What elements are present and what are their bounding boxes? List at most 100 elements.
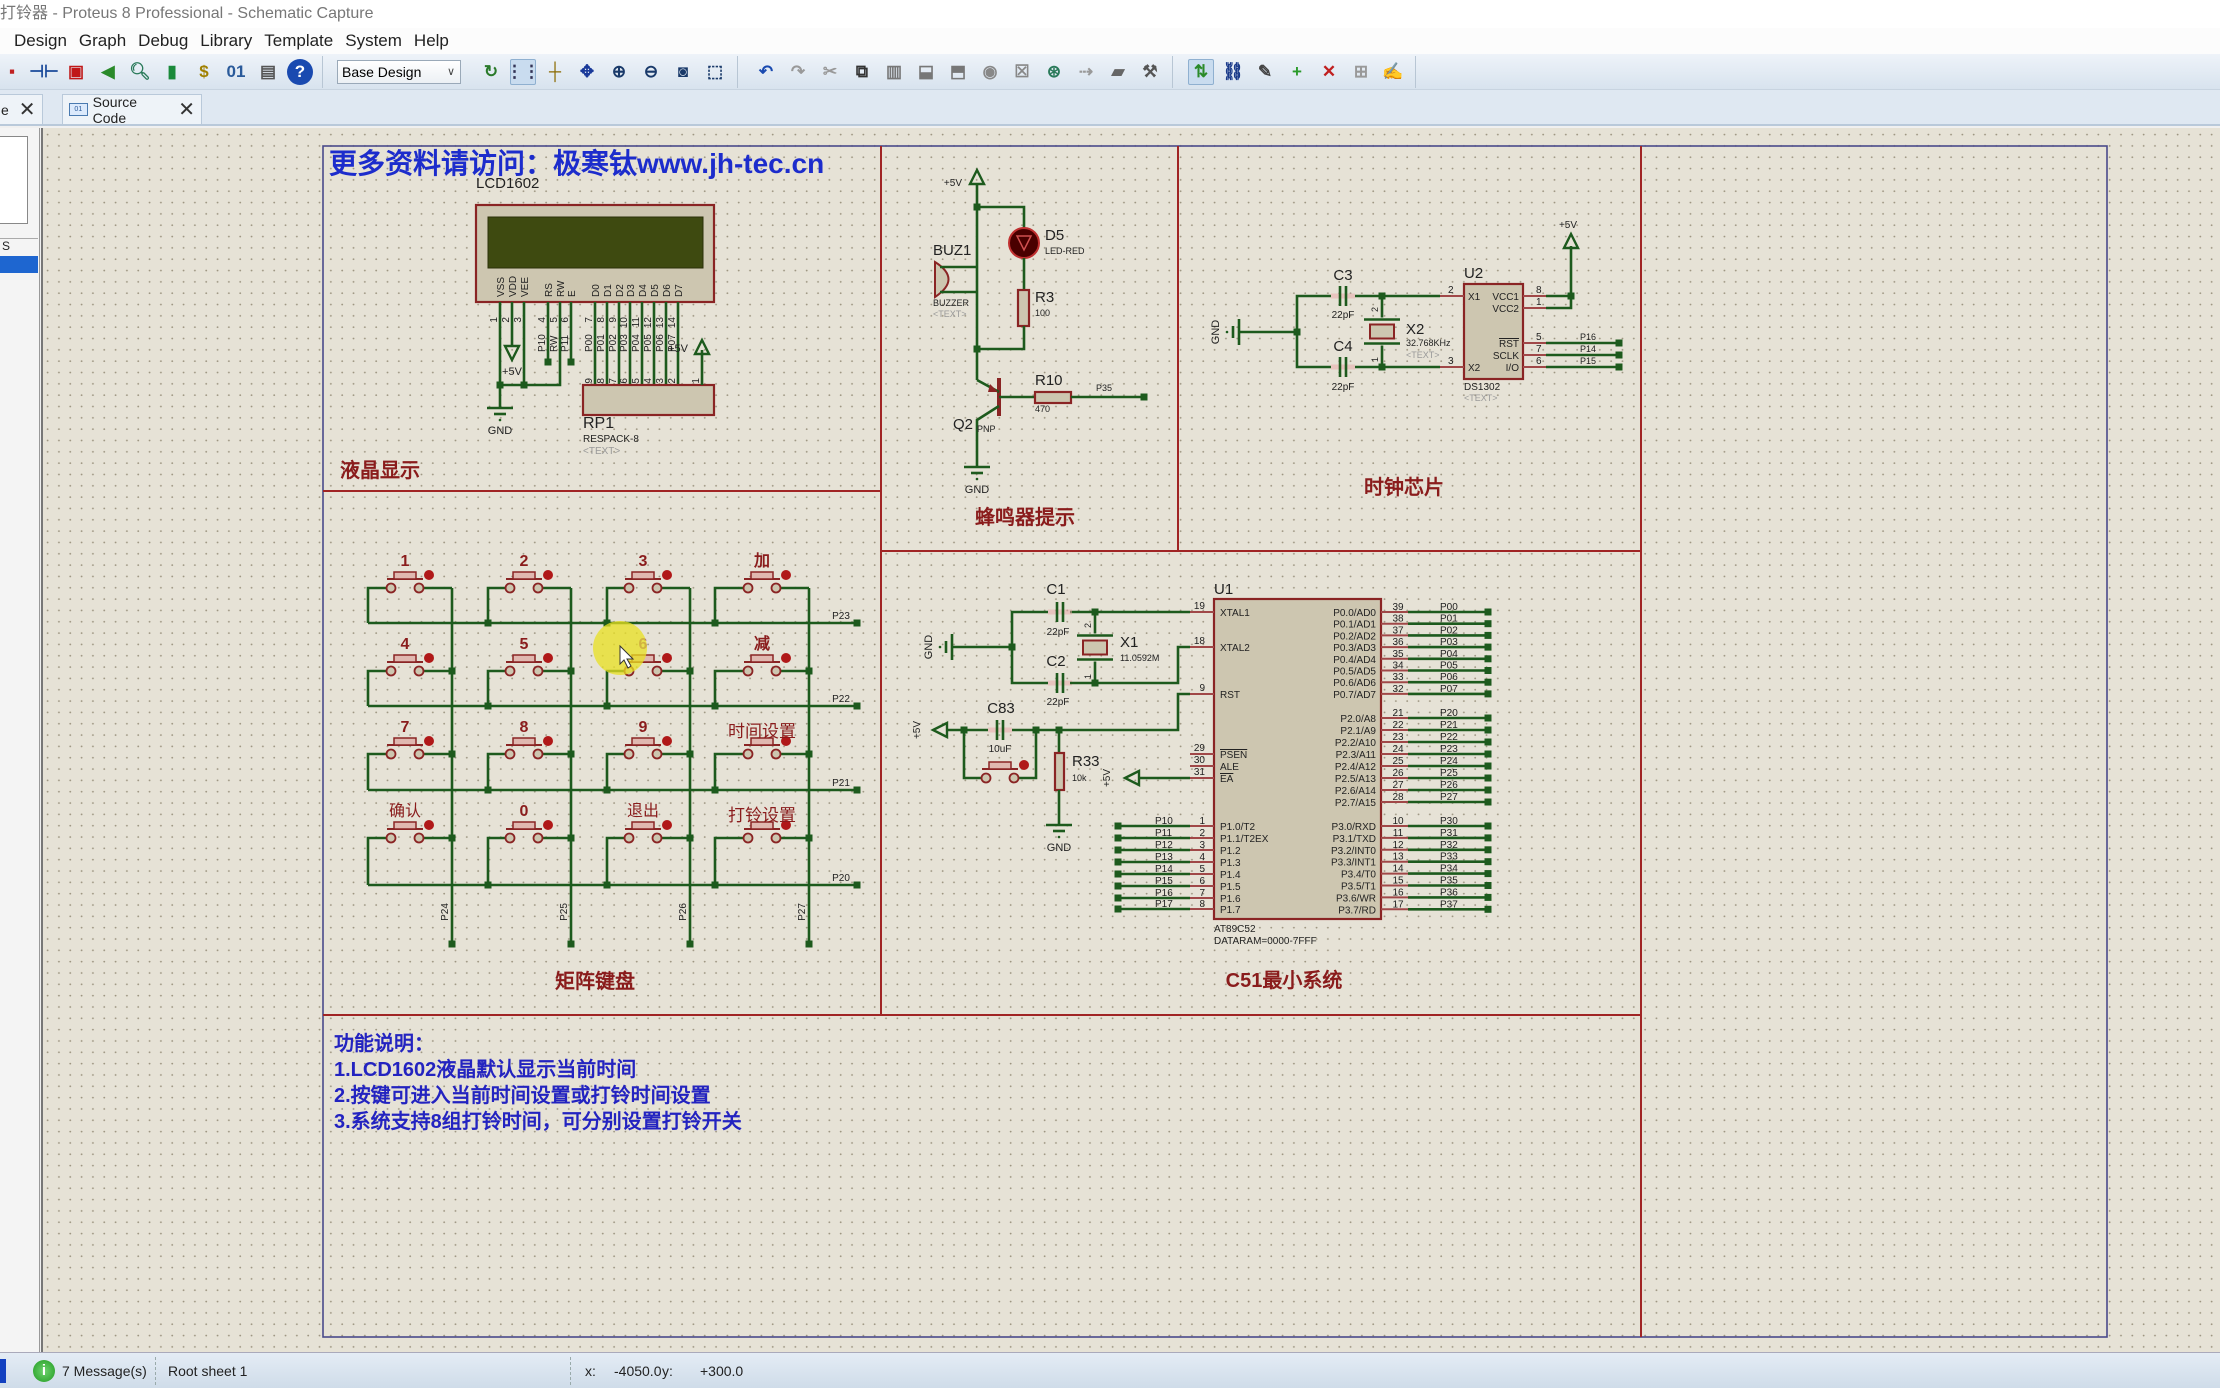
schematic-canvas[interactable]: 更多资料请访问：极寒钛www.jh-tec.cnLCD1602 VSS 1 VDD 2 V…	[0, 0, 2220, 1352]
button-state-indicator	[424, 736, 434, 746]
pin-name: P2.5/A13	[1335, 774, 1377, 785]
keypad-button	[504, 665, 516, 677]
message-count[interactable]: 7 Message(s)	[62, 1363, 147, 1379]
button-state-indicator	[662, 570, 672, 580]
keypad-button	[512, 821, 536, 830]
pin-name: P3.1/TXD	[1333, 834, 1376, 845]
r10-ref: R10	[1035, 372, 1063, 389]
pin-name: I/O	[1506, 363, 1520, 374]
pin-number: 17	[1392, 899, 1404, 910]
net-label: P34	[1440, 864, 1458, 875]
pin-number: 2	[1448, 285, 1454, 296]
pin-number: 3	[1199, 840, 1205, 851]
net-label: P25	[1440, 768, 1458, 779]
lcd-pin-name: E	[567, 290, 578, 297]
junction-dot	[1484, 620, 1492, 628]
x1-value: 11.0592M	[1120, 653, 1159, 663]
junction-dot	[686, 940, 694, 948]
lcd-net-label: P01	[596, 334, 607, 352]
ground-label: GND	[488, 425, 513, 437]
button-state-indicator	[543, 736, 553, 746]
pin-number: 5	[1536, 332, 1542, 343]
section-title-clock: 时钟芯片	[1364, 475, 1444, 499]
crystal-x2	[1369, 323, 1395, 340]
lcd-pin-name: D6	[662, 284, 673, 297]
c83-value: 10uF	[989, 744, 1012, 755]
junction-dot	[603, 786, 611, 794]
column-net-label: P25	[559, 903, 570, 921]
u1-dataram: DATARAM=0000-7FFF	[1214, 936, 1317, 947]
pin-number: 1	[1536, 297, 1542, 308]
rp-pin-number: 3	[655, 378, 666, 384]
net-label: P03	[1440, 637, 1458, 648]
rp-pin-number: 9	[584, 378, 595, 384]
pin-number: 36	[1392, 637, 1404, 648]
x-coord-label: x:	[585, 1363, 596, 1379]
junction-dot	[1484, 786, 1492, 794]
net-label: P27	[1440, 792, 1458, 803]
keypad-button	[623, 748, 635, 760]
lcd-pin-number: 8	[596, 317, 607, 323]
junction-dot	[711, 786, 719, 794]
buz1-text: <TEXT>	[933, 309, 967, 319]
keypad-key-label: 加	[753, 552, 770, 570]
lcd-pin-name: VSS	[496, 277, 507, 297]
row-net-label: P23	[832, 611, 850, 622]
lcd-pin-number: 7	[584, 317, 595, 323]
lcd-pin-number: 11	[631, 317, 642, 328]
pin-number: 24	[1392, 744, 1404, 755]
keypad-button	[651, 832, 663, 844]
junction-dot	[1615, 351, 1623, 359]
ground-icon	[1225, 330, 1229, 334]
lcd-net-label: P06	[655, 334, 666, 352]
keypad-button	[623, 582, 635, 594]
pin-name: EA	[1220, 774, 1234, 785]
column-net-label: P27	[797, 903, 808, 921]
keypad-key-label: 打铃设置	[728, 806, 796, 825]
pin-name: P3.6/WR	[1336, 893, 1376, 904]
lcd-net-label: P05	[643, 334, 654, 352]
pin-name: P2.4/A12	[1335, 762, 1377, 773]
keypad-button	[742, 748, 754, 760]
keypad-button	[385, 665, 397, 677]
resistor-r33	[1053, 751, 1066, 792]
pin-number: 7	[1536, 344, 1542, 355]
keypad-button	[512, 654, 536, 663]
net-label: P14	[1155, 864, 1173, 875]
junction-dot	[1615, 363, 1623, 371]
junction-dot	[484, 702, 492, 710]
junction-dot	[544, 358, 552, 366]
pin-name: X2	[1468, 363, 1481, 374]
net-label: P35	[1440, 876, 1458, 887]
keypad-button	[504, 748, 516, 760]
u2-value: DS1302	[1464, 382, 1501, 393]
net-label: P11	[1155, 828, 1172, 839]
keypad-button	[393, 821, 417, 830]
keypad-key-label: 0	[520, 803, 529, 820]
pin-name: P1.0/T2	[1220, 822, 1255, 833]
keypad-button	[631, 737, 655, 746]
keypad-key-label: 3	[639, 553, 648, 570]
net-label: P13	[1155, 852, 1173, 863]
net-label: P32	[1440, 840, 1458, 851]
pin-number: 14	[1392, 864, 1404, 875]
junction-dot	[1114, 882, 1122, 890]
crystal-x1	[1082, 639, 1108, 656]
rp-pin-number: 5	[631, 378, 642, 384]
junction-dot	[711, 881, 719, 889]
lcd-pin-number: 5	[549, 317, 560, 323]
junction-dot	[711, 702, 719, 710]
junction-dot	[1484, 655, 1492, 663]
keypad-button	[385, 832, 397, 844]
info-icon[interactable]: i	[33, 1360, 55, 1382]
junction-dot	[1484, 738, 1492, 746]
pin-number: 32	[1392, 684, 1404, 695]
status-indicator	[0, 1359, 6, 1383]
junction-dot	[711, 619, 719, 627]
pin-name: P1.1/T2EX	[1220, 834, 1269, 845]
lcd-pin-name: VDD	[508, 276, 519, 297]
net-label: P12	[1155, 840, 1173, 851]
x-coord-value: -4050.0	[614, 1363, 662, 1379]
pin-number: 15	[1392, 876, 1404, 887]
pin-number: 19	[1194, 601, 1206, 612]
